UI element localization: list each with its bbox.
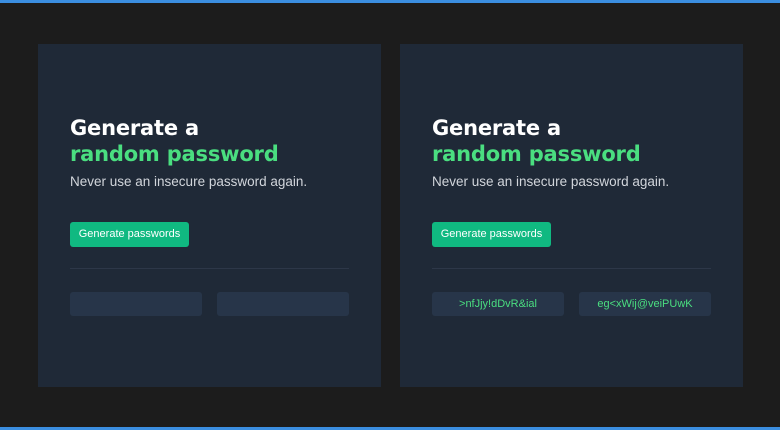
card-title-highlight: random password xyxy=(70,142,279,166)
password-output-1[interactable] xyxy=(70,292,202,316)
password-output-2[interactable] xyxy=(217,292,349,316)
password-generator-card-filled: Generate a random password Never use an … xyxy=(400,44,743,387)
password-generator-card-empty: Generate a random password Never use an … xyxy=(38,44,381,387)
generate-passwords-button[interactable]: Generate passwords xyxy=(70,222,189,247)
top-frame-border xyxy=(0,0,780,3)
card-subtitle: Never use an insecure password again. xyxy=(432,174,670,189)
generate-passwords-button[interactable]: Generate passwords xyxy=(432,222,551,247)
divider xyxy=(432,268,711,269)
password-output-1[interactable]: >nfJjy!dDvR&ial xyxy=(432,292,564,316)
divider xyxy=(70,268,349,269)
card-title-line1: Generate a xyxy=(70,116,199,140)
card-title-line1: Generate a xyxy=(432,116,561,140)
password-output-2[interactable]: eg<xWij@veiPUwK xyxy=(579,292,711,316)
card-title-highlight: random password xyxy=(432,142,641,166)
card-subtitle: Never use an insecure password again. xyxy=(70,174,308,189)
